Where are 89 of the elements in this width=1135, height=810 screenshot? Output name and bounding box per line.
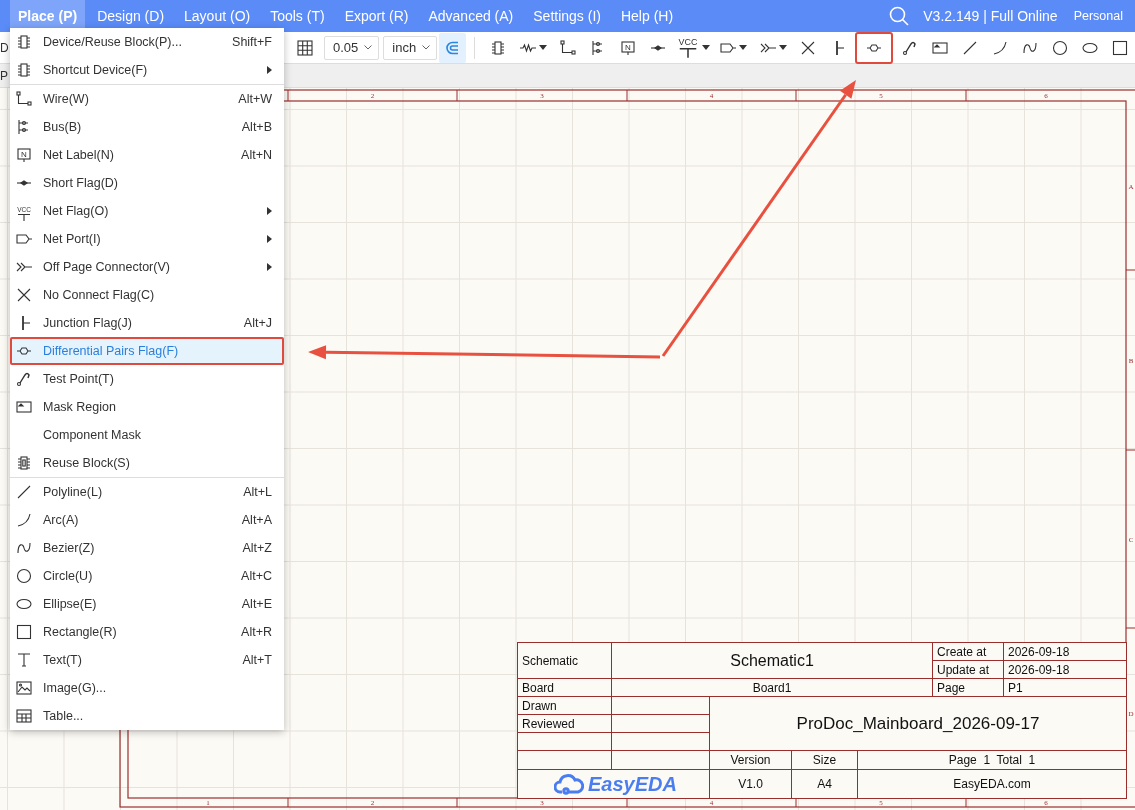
caret-icon	[538, 45, 547, 50]
menu-option[interactable]: Differential Pairs Flag(F)	[10, 337, 284, 365]
table-icon	[16, 708, 32, 724]
chip-icon	[16, 34, 32, 50]
menu-option[interactable]: Circle(U) Alt+C	[10, 562, 284, 590]
grid-size-select[interactable]: 0.05	[324, 35, 380, 60]
arc-icon	[16, 512, 32, 528]
menu-option[interactable]: Test Point(T)	[10, 365, 284, 393]
title-block-cell: P1	[1004, 679, 1126, 696]
line-icon	[16, 484, 32, 500]
reuse-block-icon	[16, 455, 32, 471]
menu-option[interactable]: Rectangle(R) Alt+R	[10, 618, 284, 646]
menu-option[interactable]: Off Page Connector(V)	[10, 253, 284, 281]
snap-toggle[interactable]	[439, 32, 467, 63]
magnet-icon	[444, 39, 461, 56]
bezier-icon	[16, 540, 32, 556]
cross-icon	[800, 39, 816, 56]
net-label-icon: N	[16, 147, 32, 163]
wire-icon	[16, 91, 32, 107]
menu-option[interactable]: Shortcut Device(F)	[10, 56, 284, 84]
circle-icon	[16, 568, 32, 584]
line-icon	[962, 39, 978, 56]
logo-text: EasyEDA	[588, 772, 677, 796]
menu-option[interactable]: Short Flag(D)	[10, 169, 284, 197]
title-block-cell: A4	[792, 770, 857, 798]
title-block-cell: Create at	[933, 643, 1003, 660]
menu-option[interactable]: Image(G)...	[10, 674, 284, 702]
tab-label[interactable]: P	[0, 68, 8, 83]
circle-icon	[1052, 39, 1068, 56]
mask-icon	[16, 399, 32, 415]
title-block-cell: Schematic	[518, 643, 611, 678]
menu-option[interactable]: Table...	[10, 702, 284, 730]
title-block-cell: 2026-09-18	[1004, 643, 1126, 660]
image-icon	[16, 680, 32, 696]
tool-button[interactable]: VCC	[673, 32, 713, 63]
test-point-icon	[902, 39, 918, 56]
title-block-cell: Reviewed	[518, 715, 611, 732]
title-block-cell: EasyEDA.com	[858, 770, 1126, 798]
title-block-cell: Drawn	[518, 697, 611, 714]
title-block-cell: Update at	[933, 661, 1003, 678]
title-block-cell: Board	[518, 679, 611, 696]
text-tool-icon	[16, 652, 32, 668]
version-label: V3.2.149 | Full Online	[923, 8, 1058, 24]
chip-icon	[490, 39, 506, 56]
menu-option[interactable]: Mask Region	[10, 393, 284, 421]
toolbar-label: D	[0, 40, 9, 55]
ellipse-icon	[16, 596, 32, 612]
menu-option[interactable]: Ellipse(E) Alt+E	[10, 590, 284, 618]
title-block-cell: 2026-09-18	[1004, 661, 1126, 678]
test-point-icon	[16, 371, 32, 387]
chip-icon	[16, 62, 32, 78]
cloud-logo-icon	[554, 773, 585, 795]
caret-icon	[738, 45, 747, 50]
title-block-cell: Version	[710, 751, 791, 769]
arc-icon	[992, 39, 1008, 56]
chevron-icon	[422, 45, 431, 50]
menu-option[interactable]: N Net Label(N) Alt+N	[10, 141, 284, 169]
title-block-cell: Page	[933, 679, 1003, 696]
rectangle-icon	[1112, 39, 1128, 56]
title-block-cell: Schematic1	[612, 643, 932, 678]
cross-icon	[16, 287, 32, 303]
net-label-icon: N	[620, 39, 636, 56]
menu-option[interactable]: Arc(A) Alt+A	[10, 506, 284, 534]
title-block-cell: Size	[792, 751, 857, 769]
title-block-cell: Board1	[612, 679, 932, 696]
title-block-cell: ProDoc_Mainboard_2026-09-17	[710, 697, 1126, 750]
search-icon[interactable]	[889, 6, 910, 26]
unit-select[interactable]: inch	[383, 35, 438, 60]
title-block-cell: V1.0	[710, 770, 791, 798]
menu-option[interactable]: Bus(B) Alt+B	[10, 113, 284, 141]
menu-option[interactable]: Polyline(L) Alt+L	[10, 478, 284, 506]
menu-option[interactable]: Wire(W) Alt+W	[10, 85, 284, 113]
menu-option[interactable]: Net Port(I)	[10, 225, 284, 253]
tool-button[interactable]: N	[613, 32, 643, 63]
chevron-icon	[364, 45, 373, 50]
menu-option[interactable]: Bezier(Z) Alt+Z	[10, 534, 284, 562]
menu-option[interactable]: No Connect Flag(C)	[10, 281, 284, 309]
menu-option[interactable]: Reuse Block(S)	[10, 449, 284, 477]
menu-option[interactable]: Junction Flag(J) Alt+J	[10, 309, 284, 337]
port-icon	[16, 231, 32, 247]
wire-icon	[560, 39, 576, 56]
mask-icon	[932, 39, 948, 56]
caret-icon	[778, 45, 787, 50]
grid-icon	[297, 39, 313, 56]
title-block-cell: Page 1 Total 1	[858, 751, 1126, 769]
menu-option[interactable]: Component Mask	[10, 421, 284, 449]
caret-icon	[701, 45, 710, 50]
rectangle-icon	[16, 624, 32, 640]
menu-option[interactable]: Text(T) Alt+T	[10, 646, 284, 674]
